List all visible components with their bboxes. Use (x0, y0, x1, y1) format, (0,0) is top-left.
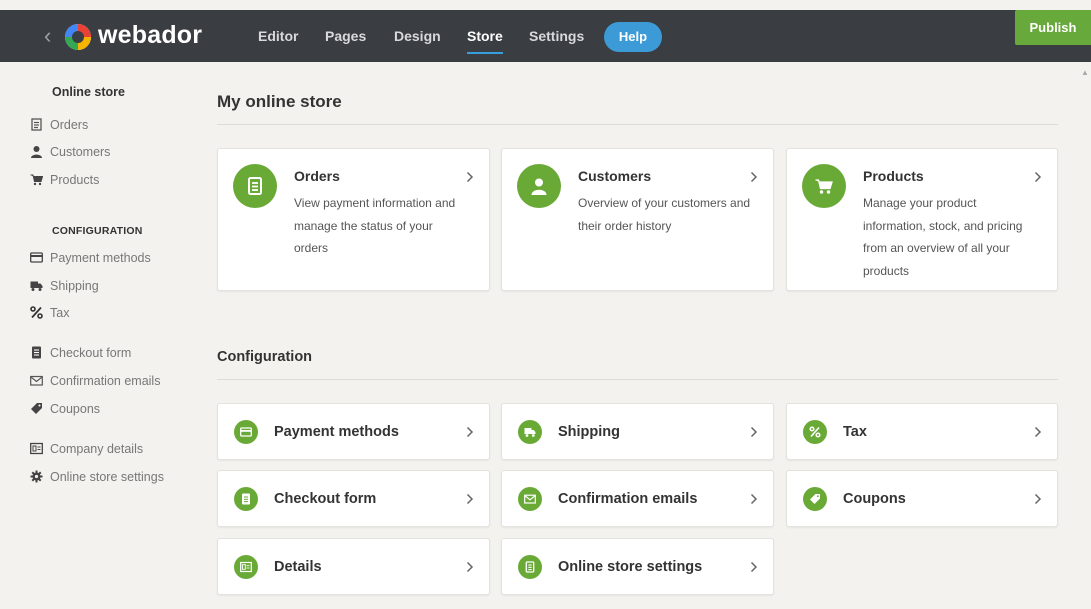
card-title: Orders (294, 168, 340, 184)
online-store-settings-card[interactable]: Online store settings (501, 538, 774, 595)
chevron-right-icon (750, 426, 760, 440)
configuration-heading: Configuration (217, 349, 313, 365)
sidebar-item-customers[interactable]: Customers (30, 144, 110, 160)
sidebar-heading-configuration: CONFIGURATION (52, 225, 143, 237)
sidebar-item-label: Confirmation emails (50, 374, 161, 388)
sidebar-heading-online-store: Online store (52, 85, 125, 99)
sidebar-item-tax[interactable]: Tax (30, 305, 69, 321)
coupons-card[interactable]: Coupons (786, 470, 1058, 527)
gear-icon (30, 470, 43, 483)
sidebar-item-company-details[interactable]: Company details (30, 441, 143, 457)
brand-name[interactable]: webador (98, 21, 202, 50)
nav-store[interactable]: Store (467, 10, 503, 62)
chevron-right-icon (750, 171, 760, 185)
sidebar-item-label: Shipping (50, 279, 99, 293)
details-card[interactable]: Details (217, 538, 490, 595)
card-description: View payment information and manage the … (294, 196, 456, 255)
confirmation-emails-card[interactable]: Confirmation emails (501, 470, 774, 527)
nav-settings[interactable]: Settings (529, 10, 584, 62)
help-button[interactable]: Help (604, 22, 662, 52)
envelope-icon (518, 487, 542, 511)
title-divider (217, 124, 1058, 125)
orders-icon (518, 555, 542, 579)
chevron-right-icon (466, 493, 476, 507)
shipping-card[interactable]: Shipping (501, 403, 774, 460)
card-title: Shipping (558, 424, 621, 440)
page-title: My online store (217, 92, 342, 111)
chevron-right-icon (1034, 171, 1044, 185)
top-bar: ‹ webador Editor Pages Design Store Sett… (0, 10, 1091, 62)
nav-pages[interactable]: Pages (325, 10, 366, 62)
checkout-form-card[interactable]: Checkout form (217, 470, 490, 527)
sidebar-item-coupons[interactable]: Coupons (30, 401, 100, 417)
tag-icon (30, 402, 43, 415)
credit-card-icon (30, 251, 43, 264)
sidebar-item-checkout-form[interactable]: Checkout form (30, 345, 131, 361)
nav-design[interactable]: Design (394, 10, 441, 62)
sidebar-item-label: Orders (50, 118, 89, 132)
card-title: Customers (578, 168, 652, 184)
id-card-icon (234, 555, 258, 579)
card-title: Coupons (843, 491, 906, 507)
sidebar-item-label: Customers (50, 145, 111, 159)
chevron-right-icon (1034, 426, 1044, 440)
card-description: Overview of your customers and their ord… (578, 196, 751, 233)
id-card-icon (30, 442, 43, 455)
percent-icon (30, 306, 43, 319)
scroll-up-icon[interactable]: ▲ (1081, 68, 1089, 77)
products-card[interactable]: Products Manage your product information… (786, 148, 1058, 291)
chevron-right-icon (466, 561, 476, 575)
publish-button[interactable]: Publish (1015, 10, 1091, 45)
configuration-divider (217, 379, 1058, 380)
chevron-right-icon (466, 426, 476, 440)
nav-editor[interactable]: Editor (258, 10, 298, 62)
orders-card[interactable]: Orders View payment information and mana… (217, 148, 490, 291)
customers-icon (30, 145, 43, 158)
sidebar-item-confirmation-emails[interactable]: Confirmation emails (30, 373, 160, 389)
customers-card[interactable]: Customers Overview of your customers and… (501, 148, 774, 291)
form-icon (30, 346, 43, 359)
sidebar-item-products[interactable]: Products (30, 172, 99, 188)
truck-icon (30, 279, 43, 292)
card-title: Confirmation emails (558, 491, 698, 507)
payment-methods-card[interactable]: Payment methods (217, 403, 490, 460)
form-icon (234, 487, 258, 511)
cart-icon (802, 164, 846, 208)
webador-logo-icon[interactable] (64, 23, 92, 51)
orders-icon (233, 164, 277, 208)
sidebar-item-label: Coupons (50, 402, 101, 416)
sidebar-item-orders[interactable]: Orders (30, 117, 88, 133)
sidebar-item-label: Checkout form (50, 346, 132, 360)
truck-icon (518, 420, 542, 444)
card-title: Products (863, 168, 924, 184)
back-chevron-icon[interactable]: ‹ (44, 24, 64, 48)
sidebar-item-label: Company details (50, 442, 144, 456)
sidebar-item-payment-methods[interactable]: Payment methods (30, 250, 151, 266)
cart-icon (30, 173, 43, 186)
orders-icon (30, 118, 43, 131)
sidebar-item-label: Online store settings (50, 470, 164, 484)
sidebar-item-online-store-settings[interactable]: Online store settings (30, 469, 164, 485)
sidebar-item-label: Payment methods (50, 251, 151, 265)
card-description: Manage your product information, stock, … (863, 196, 1023, 278)
card-title: Payment methods (274, 424, 399, 440)
card-title: Checkout form (274, 491, 377, 507)
chevron-right-icon (1034, 493, 1044, 507)
tag-icon (803, 487, 827, 511)
card-title: Tax (843, 424, 867, 440)
sidebar-item-label: Products (50, 173, 100, 187)
chevron-right-icon (466, 171, 476, 185)
percent-icon (803, 420, 827, 444)
card-title: Details (274, 559, 322, 575)
credit-card-icon (234, 420, 258, 444)
tax-card[interactable]: Tax (786, 403, 1058, 460)
sidebar-item-shipping[interactable]: Shipping (30, 278, 99, 294)
card-title: Online store settings (558, 559, 703, 575)
sidebar-item-label: Tax (50, 306, 70, 320)
customers-icon (517, 164, 561, 208)
chevron-right-icon (750, 493, 760, 507)
chevron-right-icon (750, 561, 760, 575)
envelope-icon (30, 374, 43, 387)
